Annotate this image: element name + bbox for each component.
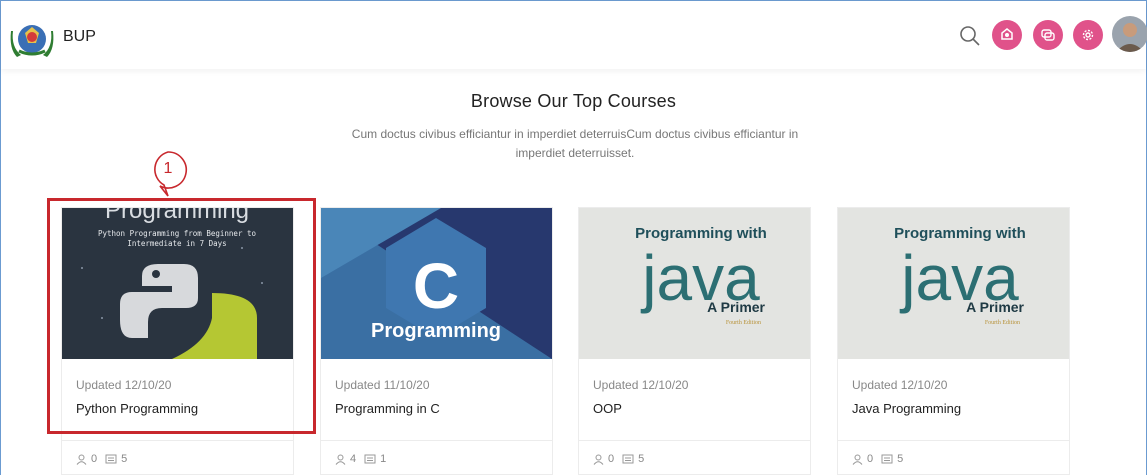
user-icon <box>335 454 346 465</box>
course-title[interactable]: Programming in C <box>335 401 440 416</box>
settings-icon <box>1082 29 1094 41</box>
user-icon <box>852 454 863 465</box>
thumb-line: Fourth Edition <box>726 320 761 326</box>
students-count: 0 <box>867 453 874 465</box>
course-title[interactable]: OOP <box>593 401 622 416</box>
divider <box>579 440 810 441</box>
search-icon[interactable] <box>959 25 981 47</box>
course-thumbnail[interactable]: Programming with java A Primer Fourth Ed… <box>838 208 1069 359</box>
course-thumbnail[interactable]: Programming with java A Primer Fourth Ed… <box>579 208 810 359</box>
settings-button[interactable] <box>1073 20 1103 50</box>
thumb-line: Fourth Edition <box>985 320 1020 326</box>
notification-icon <box>1001 28 1013 40</box>
lessons-count: 1 <box>380 453 387 465</box>
course-meta: 0 5 <box>852 453 903 465</box>
course-meta: 0 5 <box>76 453 127 465</box>
thumb-heading: Programming with <box>635 225 767 242</box>
lessons-icon <box>364 454 376 463</box>
students-count: 4 <box>350 453 357 465</box>
logo[interactable] <box>9 21 55 59</box>
course-updated-date: Updated 11/10/20 <box>335 378 430 392</box>
brand-name[interactable]: BUP <box>63 28 96 46</box>
course-title[interactable]: Java Programming <box>852 401 961 416</box>
divider <box>62 440 293 441</box>
course-updated-date: Updated 12/10/20 <box>593 378 689 392</box>
course-meta: 4 1 <box>335 453 386 465</box>
top-navbar: BUP <box>1 1 1147 69</box>
divider <box>838 440 1069 441</box>
lessons-icon <box>105 454 117 463</box>
lessons-icon <box>622 454 634 463</box>
course-card-java[interactable]: Programming with java A Primer Fourth Ed… <box>837 207 1070 475</box>
thumb-line: A Primer <box>966 299 1024 315</box>
course-card-c[interactable]: C Programming Updated 11/10/20 Programmi… <box>320 207 553 475</box>
user-icon <box>593 454 604 465</box>
course-thumbnail[interactable]: C Programming <box>321 208 552 359</box>
highlight-box <box>47 198 316 434</box>
course-card-oop[interactable]: Programming with java A Primer Fourth Ed… <box>578 207 811 475</box>
chat-button[interactable] <box>1033 20 1063 50</box>
lessons-count: 5 <box>638 453 645 465</box>
lessons-count: 5 <box>897 453 904 465</box>
lessons-count: 5 <box>121 453 128 465</box>
course-meta: 0 5 <box>593 453 644 465</box>
thumb-heading: Programming with <box>894 225 1026 242</box>
students-count: 0 <box>608 453 615 465</box>
chat-icon <box>1041 29 1055 41</box>
callout-number: 1 <box>163 160 173 177</box>
divider <box>321 440 552 441</box>
thumb-line: A Primer <box>707 299 765 315</box>
lessons-icon <box>881 454 893 463</box>
students-count: 0 <box>91 453 98 465</box>
course-updated-date: Updated 12/10/20 <box>852 378 948 392</box>
notification-button[interactable] <box>992 20 1022 50</box>
page-title: Browse Our Top Courses <box>470 91 677 111</box>
avatar[interactable] <box>1112 16 1147 52</box>
page-subtitle: Cum doctus civibus efficiantur in imperd… <box>351 127 799 160</box>
thumb-heading: C <box>413 250 459 322</box>
user-icon <box>76 454 87 465</box>
thumb-line: Programming <box>371 320 501 342</box>
